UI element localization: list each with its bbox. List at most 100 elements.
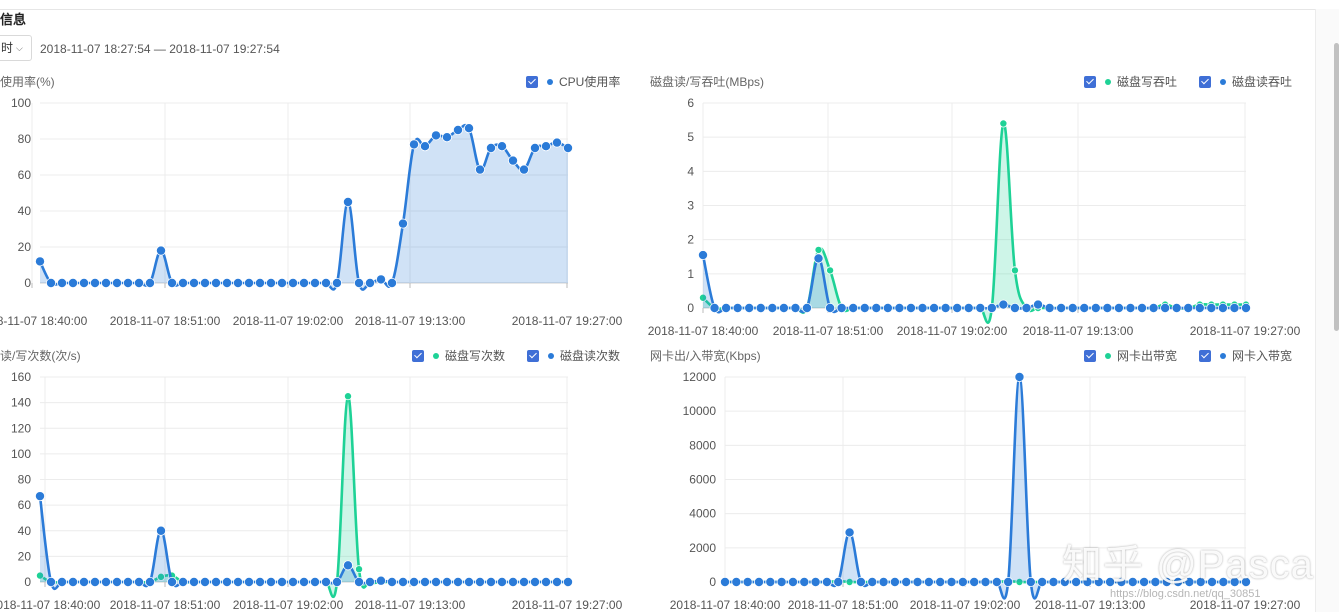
data-point — [221, 576, 232, 587]
legend-item[interactable]: 网卡出带宽 — [1084, 347, 1177, 364]
x-tick-label: 2018-11-07 18:40:00 — [648, 324, 759, 338]
legend-label: CPU使用率 — [559, 75, 621, 89]
data-point — [894, 302, 905, 313]
x-tick-label: 2018-11-07 19:02:00 — [233, 314, 344, 328]
data-point — [35, 491, 46, 502]
data-point — [320, 576, 331, 587]
data-point — [975, 302, 986, 313]
page-title: 信息 — [0, 12, 27, 27]
data-point — [541, 576, 552, 587]
data-point — [552, 576, 563, 587]
legend-checkbox[interactable] — [527, 349, 540, 362]
data-point — [917, 302, 928, 313]
data-point — [1206, 302, 1217, 313]
data-point — [342, 560, 353, 571]
data-point — [991, 576, 1002, 587]
data-point — [265, 576, 276, 587]
data-point — [441, 576, 452, 587]
data-point — [123, 576, 134, 587]
legend-item[interactable]: 网卡入带宽 — [1199, 347, 1292, 364]
y-tick-label: 0 — [687, 301, 694, 315]
data-point — [1044, 302, 1055, 313]
scrollbar-thumb[interactable] — [1334, 43, 1339, 331]
data-point — [826, 266, 835, 275]
x-tick-label: 2018-11-07 19:27:00 — [512, 314, 623, 328]
data-point — [342, 197, 353, 208]
legend-checkbox[interactable] — [1199, 75, 1212, 88]
data-point — [144, 277, 155, 288]
data-point — [155, 525, 166, 536]
data-point — [430, 130, 441, 141]
data-point — [530, 576, 541, 587]
watermark: 知乎 @Pasca — [1062, 543, 1314, 587]
data-point — [1014, 371, 1025, 382]
data-point — [871, 302, 882, 313]
data-point — [353, 277, 364, 288]
legend-label: 磁盘写吞吐 — [1117, 75, 1178, 89]
legend-checkbox[interactable] — [526, 75, 538, 88]
data-point — [1241, 302, 1252, 313]
data-point — [563, 576, 574, 587]
y-tick-label: 0 — [24, 575, 31, 589]
data-point — [541, 141, 552, 152]
data-point — [46, 576, 57, 587]
data-point — [90, 277, 101, 288]
y-tick-label: 60 — [18, 168, 32, 182]
y-tick-label: 1 — [687, 267, 694, 281]
data-point — [1137, 302, 1148, 313]
data-point — [463, 123, 474, 134]
legend-item[interactable]: CPU使用率 — [526, 73, 620, 90]
data-point — [133, 576, 144, 587]
data-point — [1079, 302, 1090, 313]
legend-item[interactable]: 磁盘写吞吐 — [1084, 73, 1177, 90]
data-point — [188, 576, 199, 587]
legend-dot-icon — [433, 352, 439, 359]
data-point — [744, 302, 755, 313]
time-range-select[interactable]: 时 ⌵ — [0, 35, 32, 61]
legend-item[interactable]: 磁盘读吞吐 — [1199, 73, 1292, 90]
data-point — [986, 302, 997, 313]
data-point — [68, 277, 79, 288]
legend-checkbox[interactable] — [1084, 349, 1096, 362]
time-range-value: 时 — [1, 41, 14, 55]
data-point — [507, 576, 518, 587]
data-point — [1171, 302, 1182, 313]
data-point — [1090, 302, 1101, 313]
data-point — [1009, 302, 1020, 313]
data-point — [790, 302, 801, 313]
legend-item[interactable]: 磁盘写次数 — [412, 347, 505, 364]
y-tick-label: 100 — [11, 96, 31, 110]
legend-checkbox[interactable] — [412, 349, 424, 362]
data-point — [177, 576, 188, 587]
data-point — [397, 576, 408, 587]
x-tick-label: 2018-11-07 19:02:00 — [910, 598, 1021, 612]
legend-checkbox[interactable] — [1084, 75, 1096, 88]
series-line-0 — [39, 394, 568, 599]
data-point — [923, 576, 934, 587]
data-point — [778, 302, 789, 313]
data-point — [563, 143, 574, 154]
data-point — [859, 302, 870, 313]
data-point — [765, 576, 776, 587]
y-tick-label: 80 — [18, 132, 32, 146]
cpu-chart-title: 使用率(%) — [0, 75, 55, 89]
data-point — [430, 576, 441, 587]
data-point — [901, 576, 912, 587]
data-point — [79, 277, 90, 288]
data-point — [1048, 576, 1059, 587]
series-area-1 — [40, 496, 568, 589]
data-point — [309, 277, 320, 288]
legend-item[interactable]: 磁盘读次数 — [527, 347, 620, 364]
y-tick-label: 100 — [11, 447, 31, 461]
data-point — [507, 155, 518, 166]
data-point — [199, 277, 210, 288]
legend-checkbox[interactable] — [1199, 349, 1212, 362]
nic-bandwidth-chart-legend: 网卡出带宽 网卡入带宽 — [1062, 347, 1292, 364]
data-point — [1067, 302, 1078, 313]
data-point — [1037, 576, 1048, 587]
data-point — [232, 576, 243, 587]
data-point — [963, 302, 974, 313]
data-point — [441, 132, 452, 143]
legend-dot-icon — [1105, 352, 1111, 359]
data-point — [935, 576, 946, 587]
